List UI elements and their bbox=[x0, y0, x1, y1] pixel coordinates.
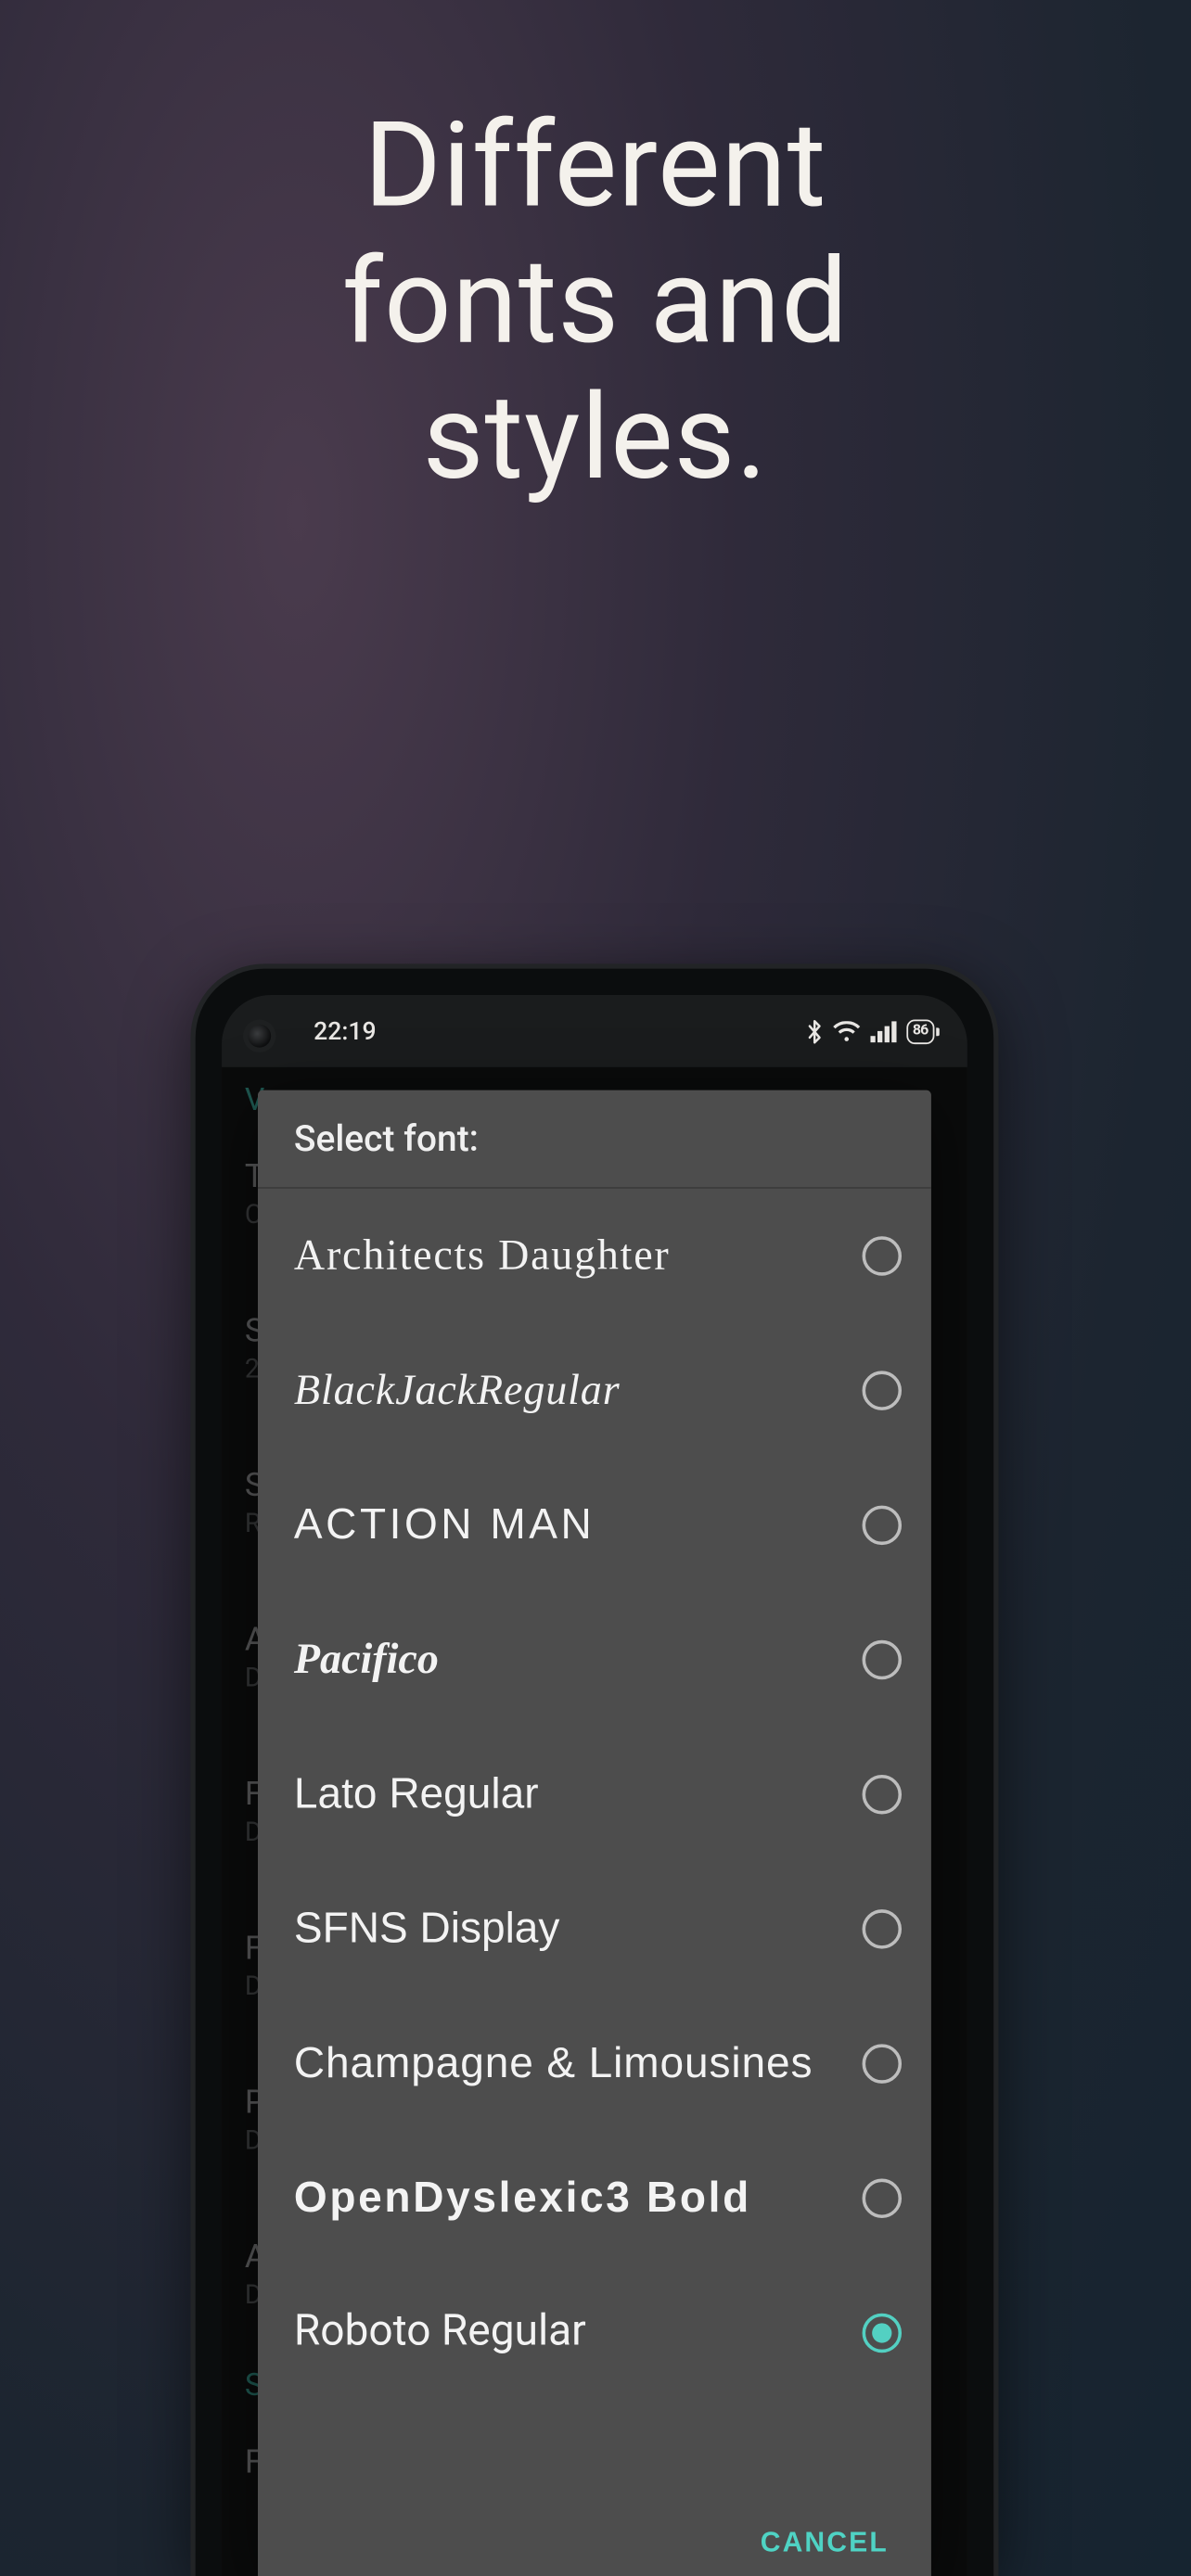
font-option-list[interactable]: Architects Daughter BlackJackRegular ACTIO… bbox=[258, 1189, 931, 2497]
font-option[interactable]: Roboto Regular bbox=[258, 2265, 931, 2400]
font-option[interactable]: Lato Regular bbox=[258, 1728, 931, 1862]
font-option-label: OpenDyslexic3 Bold bbox=[294, 2154, 863, 2242]
font-option[interactable]: SFNS Display bbox=[258, 1862, 931, 1996]
font-option[interactable]: ACTION MAN bbox=[258, 1458, 931, 1592]
dialog-actions: CANCEL bbox=[258, 2497, 931, 2576]
radio-icon[interactable] bbox=[863, 1640, 902, 1679]
font-option-label: BlackJackRegular bbox=[294, 1346, 863, 1435]
bluetooth-icon bbox=[806, 1019, 823, 1044]
font-option-label: Champagne & Limousines bbox=[294, 2020, 863, 2108]
font-option[interactable]: Architects Daughter bbox=[258, 1189, 931, 1323]
promo-line-1: Different bbox=[364, 96, 826, 235]
device-frame: 22:19 bbox=[196, 969, 993, 2576]
radio-icon[interactable] bbox=[863, 1909, 902, 1948]
font-option-label: SFNS Display bbox=[294, 1885, 863, 1973]
radio-icon[interactable] bbox=[863, 1506, 902, 1545]
wifi-icon bbox=[832, 1020, 860, 1041]
radio-icon[interactable] bbox=[863, 2314, 902, 2353]
font-select-dialog: Select font: Architects Daughter BlackJac… bbox=[258, 1090, 931, 2576]
font-option-label: Architects Daughter bbox=[294, 1212, 863, 1300]
dialog-title: Select font: bbox=[258, 1090, 931, 1189]
font-option-label: Pacifico bbox=[294, 1615, 863, 1703]
promo-headline: Different fonts and styles. bbox=[0, 98, 1191, 506]
battery-percent: 86 bbox=[913, 1023, 928, 1039]
font-option-label: Roboto Regular bbox=[294, 2289, 863, 2377]
promo-line-2: fonts and bbox=[342, 231, 849, 370]
font-option[interactable]: Champagne & Limousines bbox=[258, 1996, 931, 2131]
status-clock: 22:19 bbox=[314, 1016, 376, 1046]
radio-icon[interactable] bbox=[863, 1236, 902, 1275]
battery-icon: 86 bbox=[906, 1019, 935, 1044]
font-option-label: Lato Regular bbox=[294, 1750, 863, 1838]
radio-icon[interactable] bbox=[863, 1775, 902, 1814]
status-bar: 22:19 bbox=[222, 995, 967, 1067]
radio-icon[interactable] bbox=[863, 1371, 902, 1409]
font-option[interactable]: OpenDyslexic3 Bold bbox=[258, 2131, 931, 2265]
promo-line-3: styles. bbox=[423, 367, 768, 506]
radio-icon[interactable] bbox=[863, 2179, 902, 2218]
font-option[interactable]: BlackJackRegular bbox=[258, 1323, 931, 1458]
font-option[interactable]: Pacifico bbox=[258, 1592, 931, 1727]
device-camera bbox=[249, 1025, 272, 1048]
radio-icon[interactable] bbox=[863, 2044, 902, 2083]
cancel-button[interactable]: CANCEL bbox=[750, 2514, 898, 2573]
font-option-label: ACTION MAN bbox=[294, 1481, 863, 1569]
device-screen: 22:19 bbox=[222, 995, 967, 2576]
signal-icon bbox=[870, 1020, 896, 1041]
